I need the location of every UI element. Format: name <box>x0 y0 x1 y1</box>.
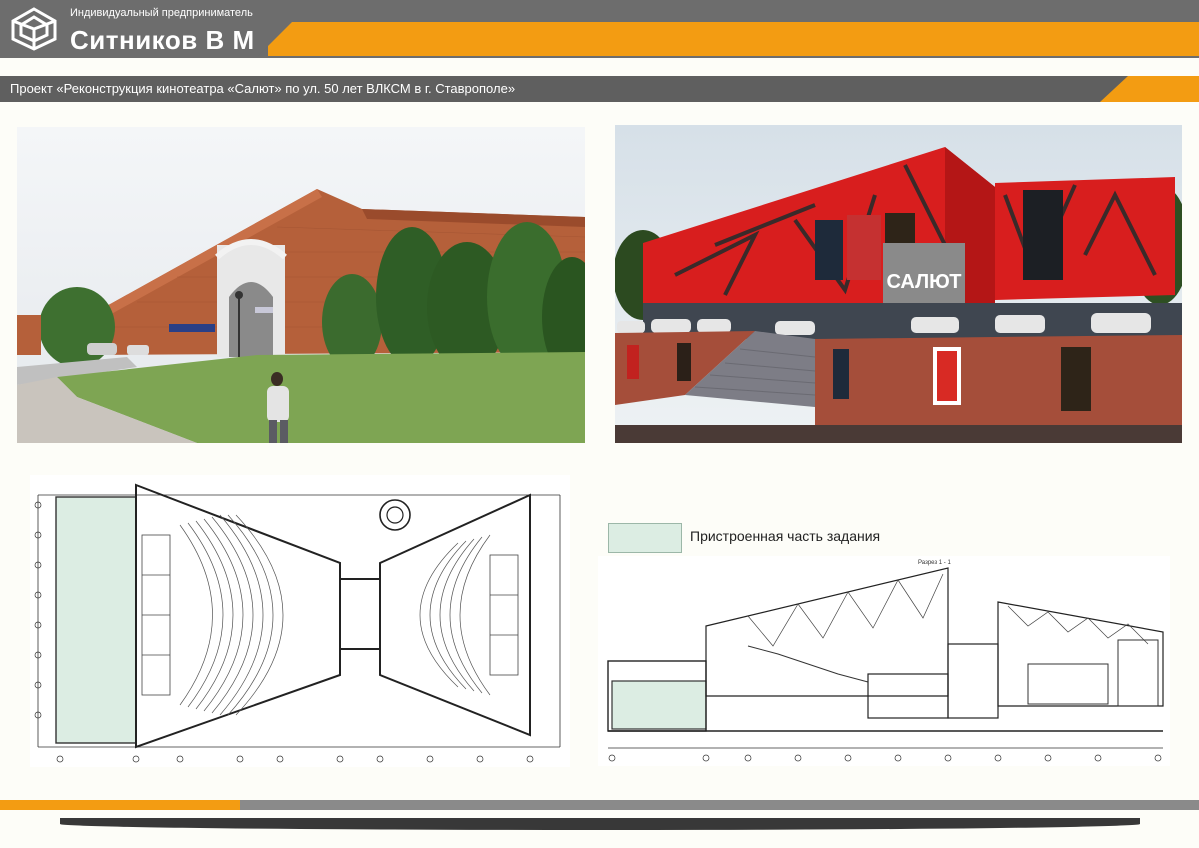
reconstruction-render: САЛЮТ <box>615 125 1182 443</box>
legend-label: Пристроенная часть задания <box>690 528 881 544</box>
section-title: Разрез 1 - 1 <box>918 560 951 566</box>
section-drawing: Разрез 1 - 1 <box>598 556 1170 766</box>
company-logo-icon <box>11 7 57 51</box>
cinema-sign: САЛЮТ <box>886 271 961 293</box>
footer-grey-stripe <box>240 800 1199 810</box>
header-subtitle: Индивидуальный предприниматель <box>70 7 253 19</box>
legend-swatch <box>608 523 682 553</box>
header-company-name: Ситников В М <box>70 25 255 55</box>
existing-building-photo <box>17 127 585 443</box>
footer-shadow <box>60 818 1140 830</box>
project-title: Проект «Реконструкция кинотеатра «Салют»… <box>10 81 516 96</box>
footer-accent-stripe <box>0 800 240 810</box>
floor-plan-drawing <box>30 475 570 767</box>
header-accent-cut <box>258 22 292 56</box>
header-accent-stripe <box>268 22 1199 56</box>
